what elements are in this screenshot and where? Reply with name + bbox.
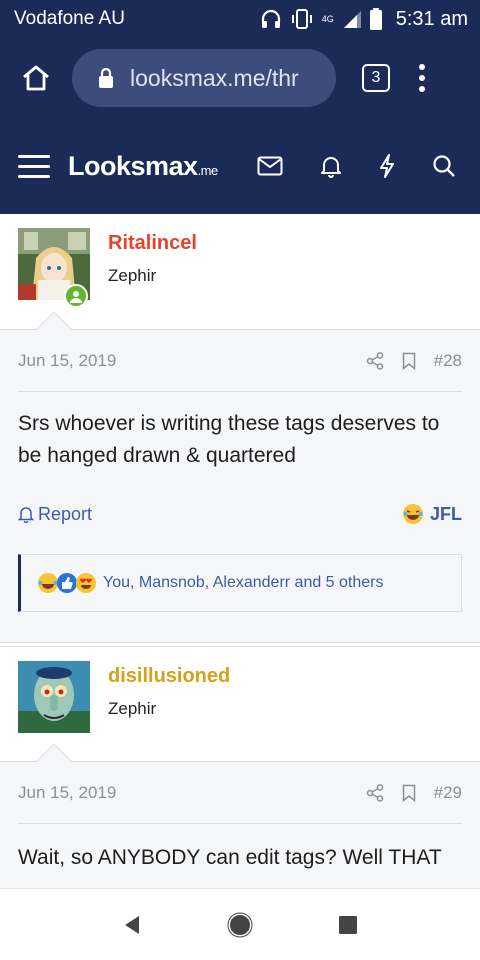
- site-header: Looksmax.me: [0, 118, 480, 214]
- bookmark-icon[interactable]: [402, 352, 416, 370]
- system-navigation-bar: [0, 888, 480, 960]
- browser-toolbar: looksmax.me/thr 3: [0, 38, 480, 118]
- report-label: Report: [38, 503, 93, 524]
- inbox-icon[interactable]: [257, 156, 283, 176]
- post-meta: Jun 15, 2019 #29: [18, 762, 462, 824]
- post-body: Jun 15, 2019 #29 Wait, so ANYBODY can ed…: [0, 762, 480, 892]
- tab-count: 3: [371, 69, 381, 86]
- arrow-pointer: [36, 744, 72, 762]
- reaction-button[interactable]: JFL: [402, 503, 462, 525]
- username[interactable]: Ritalincel: [108, 232, 197, 255]
- clock: 5:31 am: [395, 7, 468, 30]
- post-date[interactable]: Jun 15, 2019: [18, 783, 366, 803]
- network-type: 4G: [321, 14, 334, 24]
- user-title: Zephir: [108, 699, 157, 718]
- post-meta: Jun 15, 2019 #28: [18, 330, 462, 392]
- menu-icon[interactable]: [18, 154, 50, 178]
- vibrate-icon: [291, 9, 312, 29]
- post-author-block: Ritalincel Zephir: [0, 214, 480, 330]
- reactions-summary: You, Mansnob, Alexanderr and 5 others: [103, 574, 384, 591]
- username[interactable]: disillusioned: [108, 665, 230, 688]
- laughing-emoji-icon: [402, 504, 423, 524]
- logo-text: Looksmax: [68, 150, 198, 181]
- post: disillusioned Zephir Jun 15, 2019 #29 Wa…: [0, 646, 480, 892]
- search-icon[interactable]: [432, 154, 456, 178]
- address-bar[interactable]: looksmax.me/thr: [72, 49, 336, 107]
- signal-icon: [343, 11, 361, 28]
- share-icon[interactable]: [366, 351, 384, 370]
- lock-icon: [99, 68, 113, 88]
- tabs-button[interactable]: 3: [362, 64, 390, 92]
- share-icon[interactable]: [366, 783, 384, 802]
- status-icons: 4G: [260, 8, 382, 30]
- url-text: looksmax.me/thr: [130, 64, 299, 91]
- carrier-name: Vodafone AU: [14, 8, 125, 29]
- battery-icon: [369, 8, 382, 30]
- avatar[interactable]: [18, 661, 90, 733]
- post-author-block: disillusioned Zephir: [0, 646, 480, 762]
- recents-icon[interactable]: [339, 915, 357, 934]
- home-button[interactable]: [18, 60, 54, 96]
- report-link[interactable]: Report: [18, 504, 402, 525]
- logo-suffix: .me: [197, 162, 219, 178]
- headphones-icon: [261, 9, 280, 28]
- site-logo[interactable]: Looksmax.me: [68, 151, 218, 182]
- post-body: Jun 15, 2019 #28 Srs whoever is writing …: [0, 330, 480, 642]
- bell-icon[interactable]: [320, 154, 342, 178]
- arrow-pointer: [36, 312, 72, 330]
- post-date[interactable]: Jun 15, 2019: [18, 351, 366, 371]
- home-nav-icon[interactable]: [227, 912, 253, 938]
- heart-eyes-emoji-icon: [76, 573, 96, 593]
- post-message: Srs whoever is writing these tags deserv…: [18, 412, 440, 467]
- back-icon[interactable]: [123, 915, 141, 935]
- bolt-icon[interactable]: [379, 154, 395, 178]
- bell-icon: [18, 507, 34, 523]
- status-bar: Vodafone AU 4G 5:31 am: [0, 0, 480, 38]
- post-footer: Report JFL: [0, 494, 480, 534]
- reaction-label: JFL: [429, 503, 462, 524]
- post-number[interactable]: #29: [434, 783, 462, 803]
- online-status-icon: [64, 284, 88, 308]
- bookmark-icon[interactable]: [402, 784, 416, 802]
- user-title: Zephir: [108, 266, 157, 285]
- reactions-bar[interactable]: You, Mansnob, Alexanderr and 5 others: [18, 554, 462, 612]
- post-message: Wait, so ANYBODY can edit tags? Well THA…: [18, 846, 442, 869]
- post: Ritalincel Zephir Jun 15, 2019 #28 Srs w…: [0, 214, 480, 642]
- browser-menu-button[interactable]: [416, 64, 428, 92]
- home-icon: [23, 65, 49, 91]
- post-number[interactable]: #28: [434, 351, 462, 371]
